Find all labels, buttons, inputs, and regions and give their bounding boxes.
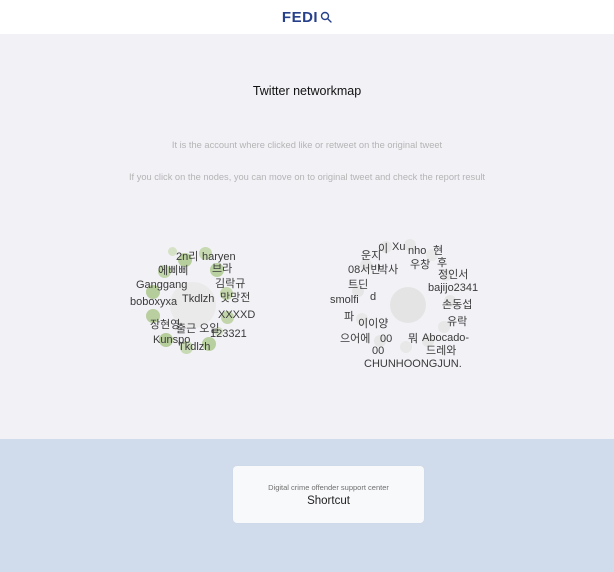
node-label: XXXXD <box>218 309 256 321</box>
node-label: 123321 <box>210 328 247 340</box>
node-label: 뭐 <box>408 333 419 345</box>
page-title: Twitter networkmap <box>252 84 362 98</box>
node-label: 맛망전 <box>220 292 251 304</box>
network-node[interactable] <box>390 287 426 323</box>
node-label: 00 <box>372 345 385 357</box>
node-label: 브라 <box>212 263 233 275</box>
node-label: Ganggang <box>136 279 188 291</box>
search-icon <box>320 11 332 23</box>
node-label: 김락규 <box>215 278 246 290</box>
node-label: 박사 <box>378 264 399 276</box>
description-text: It is the account where clicked like or … <box>171 140 443 150</box>
node-label: CHUNHOONGJUN. <box>364 358 462 370</box>
description-text: If you click on the nodes, you can move … <box>128 172 486 182</box>
node-label: bajijo2341 <box>428 282 479 294</box>
footer: Digital crime offender support center Sh… <box>0 439 614 572</box>
node-label: 이이양 <box>358 318 389 330</box>
fedi-logo[interactable]: FEDI <box>282 9 332 26</box>
shortcut-label: Shortcut <box>307 494 350 507</box>
node-label: boboxyxa <box>130 296 178 308</box>
header: FEDI <box>0 0 614 34</box>
logo-text: FEDI <box>281 8 319 26</box>
node-label: haryen <box>202 251 236 263</box>
node-label: 00 <box>380 333 393 345</box>
node-label: 으어에 <box>340 333 371 345</box>
node-label: d <box>370 291 377 303</box>
node-label: 유락 <box>447 316 468 328</box>
node-label: Tkdlzh <box>182 293 215 305</box>
node-label: 파 <box>344 311 355 323</box>
node-label: smolfi <box>330 294 359 306</box>
node-label: Xu <box>392 241 406 253</box>
shortcut-button[interactable]: Digital crime offender support center Sh… <box>233 466 424 523</box>
node-label: 현 <box>433 245 444 257</box>
node-label: 2n리 <box>176 251 199 263</box>
node-label: 에삐삐 <box>158 265 189 277</box>
node-label: 08서빈 <box>348 264 381 276</box>
node-label: 손동섭 <box>442 299 473 311</box>
network-map: 이 운지 Xu nho 현 08서빈 박사 우창 후 정인서 트딘 bajijo… <box>322 229 492 379</box>
shortcut-subtitle: Digital crime offender support center <box>268 482 389 492</box>
node-label: 후 <box>437 257 448 269</box>
node-label: Abocado- <box>422 332 470 344</box>
node-label: 트딘 <box>348 279 369 291</box>
node-label: Tkdlzh <box>178 341 211 353</box>
node-label: 우창 <box>410 259 431 271</box>
node-label: nho <box>408 245 427 257</box>
network-map: 2n리 haryen 에삐삐 브라 Ganggang 김락규 boboxyxa … <box>118 229 268 379</box>
node-label: 정인서 <box>438 269 469 281</box>
main-section: Twitter networkmap It is the account whe… <box>0 34 614 439</box>
node-label: 운지 <box>361 250 382 262</box>
node-label: 드레와 <box>426 345 457 357</box>
